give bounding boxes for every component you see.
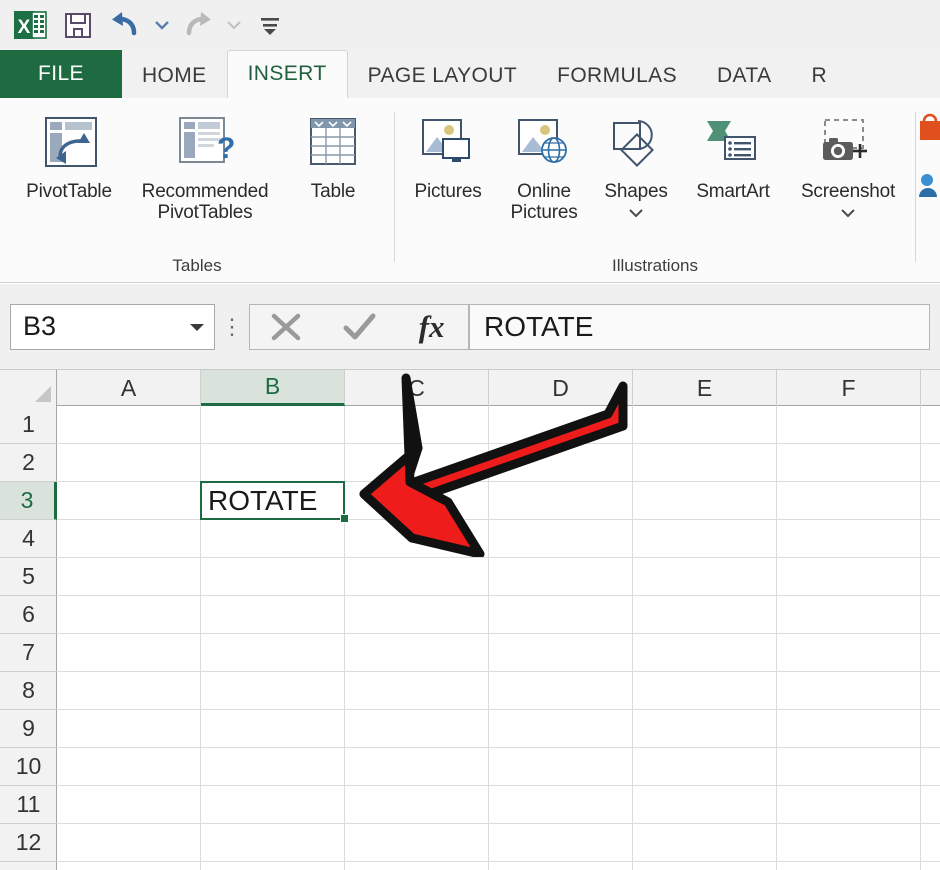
smartart-button[interactable]: SmartArt — [680, 108, 786, 203]
row-header-8[interactable]: 8 — [0, 672, 57, 710]
column-header-e[interactable]: E — [633, 370, 777, 406]
column-headers: A B C D E F — [0, 370, 940, 406]
redo-button — [176, 4, 220, 46]
row-header-3[interactable]: 3 — [0, 482, 57, 520]
smartart-icon — [701, 108, 765, 182]
quick-access-toolbar: X — [0, 0, 940, 50]
table-button[interactable]: Table — [281, 108, 385, 203]
name-box-value[interactable]: B3 — [11, 311, 180, 342]
excel-logo-icon: X — [8, 4, 52, 46]
ribbon-group-illustrations-label: Illustrations — [612, 256, 698, 275]
svg-text:?: ? — [217, 132, 235, 165]
insert-function-button[interactable]: fx — [399, 305, 465, 349]
formula-input[interactable]: ROTATE — [469, 303, 930, 350]
svg-text:X: X — [18, 17, 31, 38]
shapes-label: Shapes — [604, 181, 668, 202]
name-box[interactable]: B3 — [10, 303, 215, 350]
ribbon-group-apps — [918, 98, 940, 283]
pivot-table-button[interactable]: PivotTable — [9, 108, 129, 203]
table-icon — [302, 108, 364, 182]
ribbon: PivotTable ? Recommended PivotTables Tab… — [0, 98, 940, 283]
pictures-button[interactable]: Pictures — [400, 108, 496, 203]
row-header-10[interactable]: 10 — [0, 748, 57, 786]
column-header-d[interactable]: D — [489, 370, 633, 406]
tab-review[interactable]: R — [791, 54, 847, 98]
undo-dropdown-caret-icon[interactable] — [152, 4, 172, 46]
spreadsheet-grid: A B C D E F 1 2 3 4 5 6 7 8 9 10 11 12 R… — [0, 370, 940, 870]
recommended-pivot-tables-button[interactable]: ? Recommended PivotTables — [129, 108, 281, 223]
fill-handle[interactable] — [340, 514, 349, 523]
recommended-pivot-tables-label: Recommended PivotTables — [141, 181, 269, 223]
row-headers: 1 2 3 4 5 6 7 8 9 10 11 12 — [0, 406, 57, 870]
screenshot-label: Screenshot — [800, 181, 896, 202]
shapes-button[interactable]: Shapes — [592, 108, 680, 223]
pictures-label: Pictures — [414, 181, 482, 202]
tab-page-layout[interactable]: PAGE LAYOUT — [348, 54, 538, 98]
row-header-9[interactable]: 9 — [0, 710, 57, 748]
formula-bar-separator-dots-icon: ⋮ — [221, 313, 243, 339]
ribbon-group-divider — [394, 112, 395, 262]
online-pictures-icon — [512, 108, 576, 182]
shapes-dropdown-caret-icon[interactable] — [628, 203, 644, 223]
my-apps-icon[interactable] — [918, 171, 940, 206]
cancel-button[interactable] — [253, 305, 319, 349]
shapes-icon — [604, 108, 668, 182]
row-header-11[interactable]: 11 — [0, 786, 57, 824]
row-header-6[interactable]: 6 — [0, 596, 57, 634]
tab-formulas[interactable]: FORMULAS — [537, 54, 697, 98]
tab-file[interactable]: FILE — [0, 50, 122, 98]
online-pictures-label: Online Pictures — [510, 181, 578, 223]
screenshot-button[interactable]: Screenshot — [786, 108, 910, 223]
tab-insert[interactable]: INSERT — [226, 50, 348, 98]
fx-label: fx — [418, 308, 445, 344]
select-all-triangle-icon — [35, 386, 51, 402]
pivot-table-label: PivotTable — [26, 181, 112, 202]
formula-input-value: ROTATE — [484, 310, 594, 342]
ribbon-group-divider-right — [915, 112, 916, 262]
column-header-c[interactable]: C — [345, 370, 489, 406]
ribbon-group-illustrations: Pictures Online Pictures Shapes SmartArt… — [396, 98, 914, 283]
column-header-a[interactable]: A — [57, 370, 201, 406]
store-apps-icon[interactable] — [918, 112, 940, 149]
formula-action-buttons: fx — [249, 303, 469, 350]
cell-area[interactable]: ROTATE — [57, 406, 940, 870]
online-pictures-button[interactable]: Online Pictures — [496, 108, 592, 223]
row-header-7[interactable]: 7 — [0, 634, 57, 672]
pivot-table-icon — [38, 108, 100, 182]
tab-home[interactable]: HOME — [122, 54, 227, 98]
recommended-pivot-tables-icon: ? — [174, 108, 236, 182]
ribbon-group-apps-label — [918, 253, 940, 283]
column-header-f[interactable]: F — [777, 370, 921, 406]
undo-button[interactable] — [104, 4, 148, 46]
name-box-dropdown-caret-icon[interactable] — [180, 320, 214, 334]
pictures-icon — [416, 108, 480, 182]
table-label: Table — [310, 181, 356, 202]
ribbon-group-tables-label: Tables — [172, 256, 222, 275]
screenshot-dropdown-caret-icon[interactable] — [840, 203, 856, 223]
active-cell-value: ROTATE — [208, 484, 318, 516]
column-header-b[interactable]: B — [201, 370, 345, 406]
row-header-1[interactable]: 1 — [0, 406, 57, 444]
active-cell-b3[interactable]: ROTATE — [200, 481, 345, 520]
tab-data[interactable]: DATA — [697, 54, 792, 98]
row-header-4[interactable]: 4 — [0, 520, 57, 558]
customize-qat-button[interactable] — [248, 4, 292, 46]
save-button[interactable] — [56, 4, 100, 46]
row-header-2[interactable]: 2 — [0, 444, 57, 482]
select-all-button[interactable] — [0, 370, 57, 406]
enter-button[interactable] — [326, 305, 392, 349]
excel-window: X FILE HOME INSERT PAGE LAYOUT FORMULAS … — [0, 0, 940, 870]
ribbon-group-tables: PivotTable ? Recommended PivotTables Tab… — [0, 98, 394, 283]
formula-bar: B3 ⋮ fx ROTATE — [0, 284, 940, 370]
row-header-12[interactable]: 12 — [0, 824, 57, 862]
smartart-label: SmartArt — [696, 181, 770, 202]
screenshot-icon — [816, 108, 880, 182]
redo-dropdown-caret-icon — [224, 4, 244, 46]
row-header-5[interactable]: 5 — [0, 558, 57, 596]
ribbon-tab-strip: FILE HOME INSERT PAGE LAYOUT FORMULAS DA… — [0, 50, 940, 98]
